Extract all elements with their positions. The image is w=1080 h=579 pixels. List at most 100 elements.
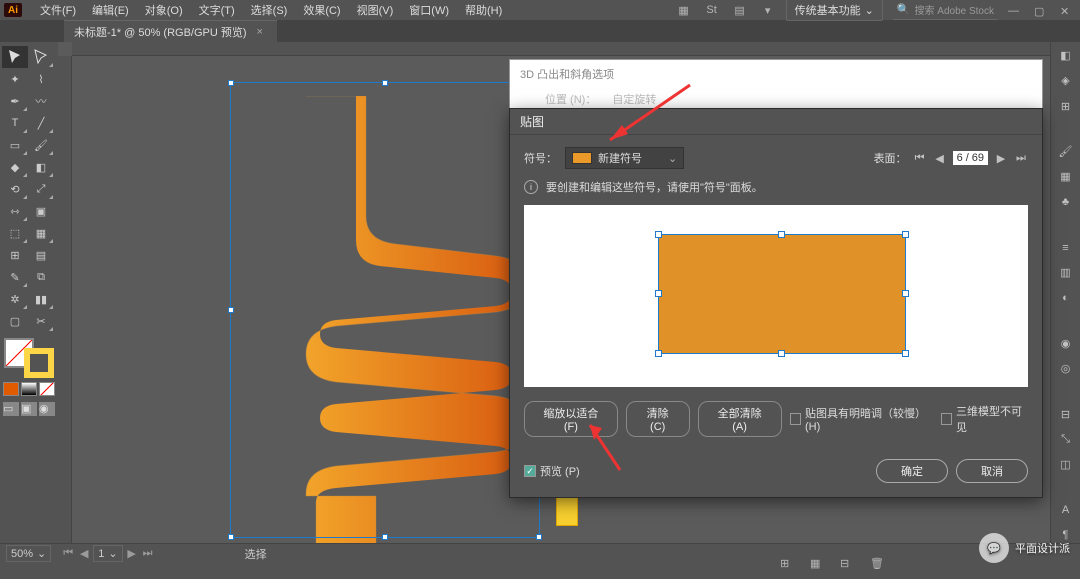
none-swatch[interactable] — [39, 382, 55, 396]
mapped-symbol-rect[interactable] — [658, 234, 906, 354]
gradient-tool[interactable]: ▤ — [28, 244, 54, 266]
free-transform-tool[interactable]: ▣ — [28, 200, 54, 222]
rectangle-tool[interactable]: ▭ — [2, 134, 28, 156]
stroke-icon[interactable]: ≡ — [1057, 240, 1075, 255]
workspace-switcher[interactable]: 传统基本功能 ⌄ — [786, 0, 883, 21]
panel-icon-4[interactable]: ▾ — [760, 2, 776, 18]
menu-help[interactable]: 帮助(H) — [457, 0, 510, 20]
gradient-panel-icon[interactable]: ▥ — [1057, 265, 1075, 280]
brushes-icon[interactable]: 🖌 — [1057, 144, 1075, 159]
symbol-sprayer-tool[interactable]: ✲ — [2, 288, 28, 310]
workspace-label: 传统基本功能 — [795, 2, 861, 18]
menu-effect[interactable]: 效果(C) — [295, 0, 348, 20]
trash-icon[interactable]: 🗑 — [870, 557, 890, 575]
next-artboard-button[interactable]: ▶ — [125, 547, 139, 561]
prev-surface-button[interactable]: ◀ — [933, 151, 947, 165]
slice-tool[interactable]: ✂ — [28, 310, 54, 332]
swatches-icon[interactable]: ▦ — [1057, 169, 1075, 184]
panel-icon-3[interactable]: ▤ — [732, 2, 748, 18]
menu-edit[interactable]: 编辑(E) — [84, 0, 137, 20]
ruler-vertical[interactable] — [58, 56, 72, 543]
panel-icon-1[interactable]: ▦ — [676, 2, 692, 18]
line-tool[interactable]: ╱ — [28, 112, 54, 134]
width-tool[interactable]: ⇿ — [2, 200, 28, 222]
drawmode-inside[interactable]: ◉ — [39, 402, 55, 416]
menu-type[interactable]: 文字(T) — [191, 0, 243, 20]
stroke-swatch[interactable] — [24, 348, 54, 378]
direct-selection-tool[interactable] — [28, 46, 54, 68]
dock-icon-1[interactable]: ⊞ — [780, 557, 800, 575]
menu-select[interactable]: 选择(S) — [243, 0, 296, 20]
align-icon[interactable]: ⊟ — [1057, 407, 1075, 422]
minimize-button[interactable]: — — [1008, 5, 1022, 15]
lasso-tool[interactable]: ⌇ — [28, 68, 54, 90]
pen-tool[interactable]: ✒ — [2, 90, 28, 112]
maximize-button[interactable]: ▢ — [1034, 5, 1048, 15]
selection-tool[interactable] — [2, 46, 28, 68]
shape-builder-tool[interactable]: ⬚ — [2, 222, 28, 244]
curvature-tool[interactable]: 〰 — [28, 90, 54, 112]
properties-icon[interactable]: ◧ — [1057, 48, 1075, 63]
magic-wand-tool[interactable]: ✦ — [2, 68, 28, 90]
ok-button[interactable]: 确定 — [876, 459, 948, 483]
stock-search[interactable]: 🔍 搜索 Adobe Stock — [893, 0, 998, 20]
gradient-swatch[interactable] — [21, 382, 37, 396]
last-artboard-button[interactable]: ⏭ — [141, 547, 155, 561]
effect-tab-rotation[interactable]: 自定旋转 — [612, 91, 656, 107]
appearance-icon[interactable]: ◉ — [1057, 336, 1075, 351]
document-tab[interactable]: 未标题-1* @ 50% (RGB/GPU 预览) × — [64, 20, 277, 43]
drawmode-normal[interactable]: ▭ — [3, 402, 19, 416]
perspective-tool[interactable]: ▦ — [28, 222, 54, 244]
shaper-tool[interactable]: ◆ — [2, 156, 28, 178]
artboard-tool[interactable]: ▢ — [2, 310, 28, 332]
map-preview[interactable] — [524, 205, 1028, 387]
menu-window[interactable]: 窗口(W) — [401, 0, 457, 20]
dock-icon-2[interactable]: ▦ — [810, 557, 830, 575]
transparency-icon[interactable]: ◐ — [1057, 290, 1075, 305]
first-surface-button[interactable]: ⏮ — [913, 151, 927, 165]
prev-artboard-button[interactable]: ◀ — [77, 547, 91, 561]
column-graph-tool[interactable]: ▮▮ — [28, 288, 54, 310]
symbols-icon[interactable]: ♣ — [1057, 195, 1075, 210]
transform-icon[interactable]: ⤡ — [1057, 432, 1075, 447]
character-icon[interactable]: A — [1057, 503, 1075, 518]
drawmode-behind[interactable]: ▣ — [21, 402, 37, 416]
blend-tool[interactable]: ⧉ — [28, 266, 54, 288]
invisible-geometry-checkbox[interactable]: 三维模型不可见 — [941, 403, 1028, 435]
artboard-field[interactable]: 1⌄ — [93, 545, 122, 562]
scale-to-fit-button[interactable]: 缩放以适合 (F) — [524, 401, 618, 437]
rotate-tool[interactable]: ⟲ — [2, 178, 28, 200]
eyedropper-tool[interactable]: ✎ — [2, 266, 28, 288]
color-swatch-1[interactable] — [3, 382, 19, 396]
last-surface-button[interactable]: ⏭ — [1014, 151, 1028, 165]
cancel-button[interactable]: 取消 — [956, 459, 1028, 483]
layers-icon[interactable]: ◈ — [1057, 73, 1075, 88]
surface-counter[interactable]: 6/69 — [953, 151, 988, 165]
first-artboard-button[interactable]: ⏮ — [61, 547, 75, 561]
dock-icon-3[interactable]: ⊟ — [840, 557, 860, 575]
clear-button[interactable]: 清除 (C) — [626, 401, 690, 437]
symbol-dropdown[interactable]: 新建符号 ⌄ — [565, 147, 684, 169]
close-icon[interactable]: × — [257, 26, 263, 38]
menu-object[interactable]: 对象(O) — [137, 0, 191, 20]
type-tool[interactable]: T — [2, 112, 28, 134]
fill-stroke-swatch[interactable] — [2, 336, 56, 380]
panel-icon-2[interactable]: St — [704, 2, 720, 18]
menu-file[interactable]: 文件(F) — [32, 0, 84, 20]
effect-tab-position[interactable]: 位置 (N)： — [545, 91, 596, 107]
preview-checkbox[interactable]: ✓预览 (P) — [524, 463, 580, 479]
eraser-tool[interactable]: ◧ — [28, 156, 54, 178]
shade-checkbox[interactable]: 贴图具有明暗调（较慢）(H) — [790, 405, 933, 433]
libraries-icon[interactable]: ⊞ — [1057, 99, 1075, 114]
close-button[interactable]: ✕ — [1060, 5, 1074, 15]
zoom-field[interactable]: 50%⌄ — [6, 545, 51, 562]
pathfinder-icon[interactable]: ◫ — [1057, 457, 1075, 472]
menu-view[interactable]: 视图(V) — [349, 0, 402, 20]
paintbrush-tool[interactable]: 🖌 — [28, 134, 54, 156]
clear-all-button[interactable]: 全部清除 (A) — [698, 401, 782, 437]
graphic-styles-icon[interactable]: ◎ — [1057, 361, 1075, 376]
mesh-tool[interactable]: ⊞ — [2, 244, 28, 266]
scale-tool[interactable]: ⤢ — [28, 178, 54, 200]
ruler-horizontal[interactable] — [72, 42, 1050, 56]
next-surface-button[interactable]: ▶ — [994, 151, 1008, 165]
